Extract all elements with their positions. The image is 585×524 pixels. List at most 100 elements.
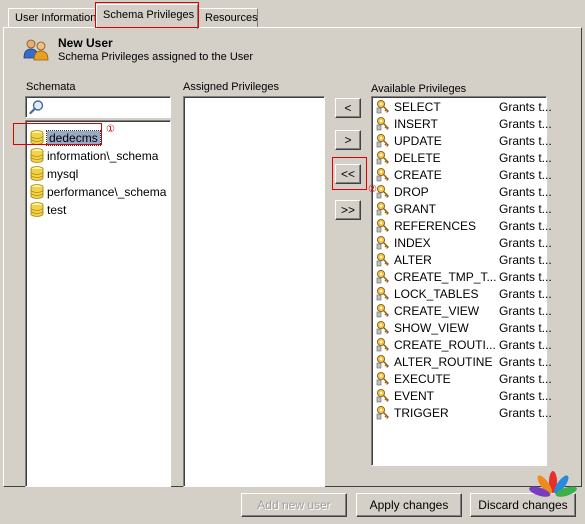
privilege-description: Grants t... [499,372,552,386]
schema-name: test [47,203,67,217]
privilege-description: Grants t... [499,287,552,301]
privilege-name: INSERT [394,117,438,131]
privilege-list-item[interactable]: LOCK_TABLES Grants t... [372,285,552,302]
database-icon [30,166,44,181]
privilege-description: Grants t... [499,355,552,369]
magnifier-icon [29,100,44,115]
privilege-description: Grants t... [499,389,552,403]
privilege-list-item[interactable]: GRANT Grants t... [372,200,552,217]
privilege-name: TRIGGER [394,406,449,420]
key-icon [376,303,390,318]
privilege-name: SHOW_VIEW [394,321,469,335]
privilege-name: LOCK_TABLES [394,287,479,301]
key-icon [376,269,390,284]
schemata-list[interactable]: dedecms information\_schemamysql performan… [25,120,171,487]
schema-list-item[interactable]: test [26,201,166,218]
available-privileges-label: Available Privileges [371,83,467,95]
privilege-list-item[interactable]: ALTER Grants t... [372,251,552,268]
privilege-list-item[interactable]: SELECT Grants t... [372,98,552,115]
privilege-description: Grants t... [499,134,552,148]
key-icon [376,405,390,420]
annotation-marker-2: ② [368,184,377,195]
privilege-list-item[interactable]: INDEX Grants t... [372,234,552,251]
page-subtitle: Schema Privileges assigned to the User [58,51,254,63]
privilege-name: ALTER_ROUTINE [394,355,493,369]
key-icon [376,286,390,301]
schema-name: information\_schema [47,149,159,163]
privilege-list-item[interactable]: TRIGGER Grants t... [372,404,552,421]
privilege-description: Grants t... [499,236,552,250]
privilege-list-item[interactable]: DELETE Grants t... [372,149,552,166]
privilege-list-item[interactable]: EXECUTE Grants t... [372,370,552,387]
schema-list-item[interactable]: information\_schema [26,147,166,164]
privilege-list-item[interactable]: CREATE_ROUTI... Grants t... [372,336,552,353]
annotation-marker-1: ① [106,124,115,135]
key-icon [376,354,390,369]
tab-user-information[interactable]: User Information [8,8,96,28]
privilege-name: CREATE [394,168,442,182]
privilege-description: Grants t... [499,338,552,352]
tab-resources[interactable]: Resources [198,8,258,28]
schema-list-item[interactable]: mysql [26,165,166,182]
button-label: Apply changes [369,498,449,512]
assigned-privileges-label: Assigned Privileges [183,81,279,93]
key-icon [376,371,390,386]
database-icon [30,202,44,217]
privilege-name: GRANT [394,202,436,216]
add-all-privileges-button[interactable]: << [335,164,361,184]
schema-name: mysql [47,167,79,181]
privilege-description: Grants t... [499,117,552,131]
apply-changes-button[interactable]: Apply changes [356,493,462,517]
privilege-list-item[interactable]: CREATE_VIEW Grants t... [372,302,552,319]
key-icon [376,252,390,267]
privilege-list-item[interactable]: UPDATE Grants t... [372,132,552,149]
privilege-description: Grants t... [499,406,552,420]
privilege-name: CREATE_TMP_T... [394,270,497,284]
privilege-description: Grants t... [499,270,552,284]
schema-name: performance\_schema [47,185,167,199]
schemata-label: Schemata [26,81,76,93]
key-icon [376,150,390,165]
privilege-list-item[interactable]: CREATE_TMP_T... Grants t... [372,268,552,285]
assigned-privileges-list[interactable] [183,96,325,487]
remove-privilege-button[interactable]: > [335,130,361,150]
schema-list-item[interactable]: performance\_schema [26,183,166,200]
tab-schema-privileges[interactable]: Schema Privileges [96,4,198,29]
privilege-name: SELECT [394,100,441,114]
key-icon [376,320,390,335]
schema-search-input[interactable] [25,96,171,118]
database-icon [30,148,44,163]
add-privilege-button[interactable]: < [335,98,361,118]
schema-list-item[interactable]: dedecms [26,129,166,146]
button-label: Add new user [257,498,331,512]
watermark-logo-icon [529,471,577,497]
privilege-list-item[interactable]: INSERT Grants t... [372,115,552,132]
privilege-description: Grants t... [499,168,552,182]
privilege-list-item[interactable]: REFERENCES Grants t... [372,217,552,234]
privilege-list-item[interactable]: DROP Grants t... [372,183,552,200]
privilege-list-item[interactable]: CREATE Grants t... [372,166,552,183]
privilege-name: DELETE [394,151,441,165]
privilege-name: CREATE_ROUTI... [394,338,496,352]
privilege-list-item[interactable]: SHOW_VIEW Grants t... [372,319,552,336]
privilege-list-item[interactable]: EVENT Grants t... [372,387,552,404]
privilege-name: REFERENCES [394,219,477,233]
key-icon [376,184,390,199]
tab-label: Schema Privileges [103,9,195,21]
database-icon [30,130,44,145]
key-icon [376,218,390,233]
key-icon [376,337,390,352]
available-privileges-list[interactable]: SELECT Grants t... INSERT Grants t... UPDATE… [371,96,552,466]
key-icon [376,116,390,131]
key-icon [376,99,390,114]
privilege-description: Grants t... [499,219,552,233]
privilege-name: ALTER [394,253,432,267]
key-icon [376,201,390,216]
privilege-name: DROP [394,185,429,199]
remove-all-privileges-button[interactable]: >> [335,200,361,220]
privilege-list-item[interactable]: ALTER_ROUTINE Grants t... [372,353,552,370]
page-title: New User [58,36,113,50]
privilege-description: Grants t... [499,253,552,267]
schema-privileges-panel: New User Schema Privileges assigned to t… [3,27,582,487]
add-new-user-button[interactable]: Add new user [241,493,347,517]
